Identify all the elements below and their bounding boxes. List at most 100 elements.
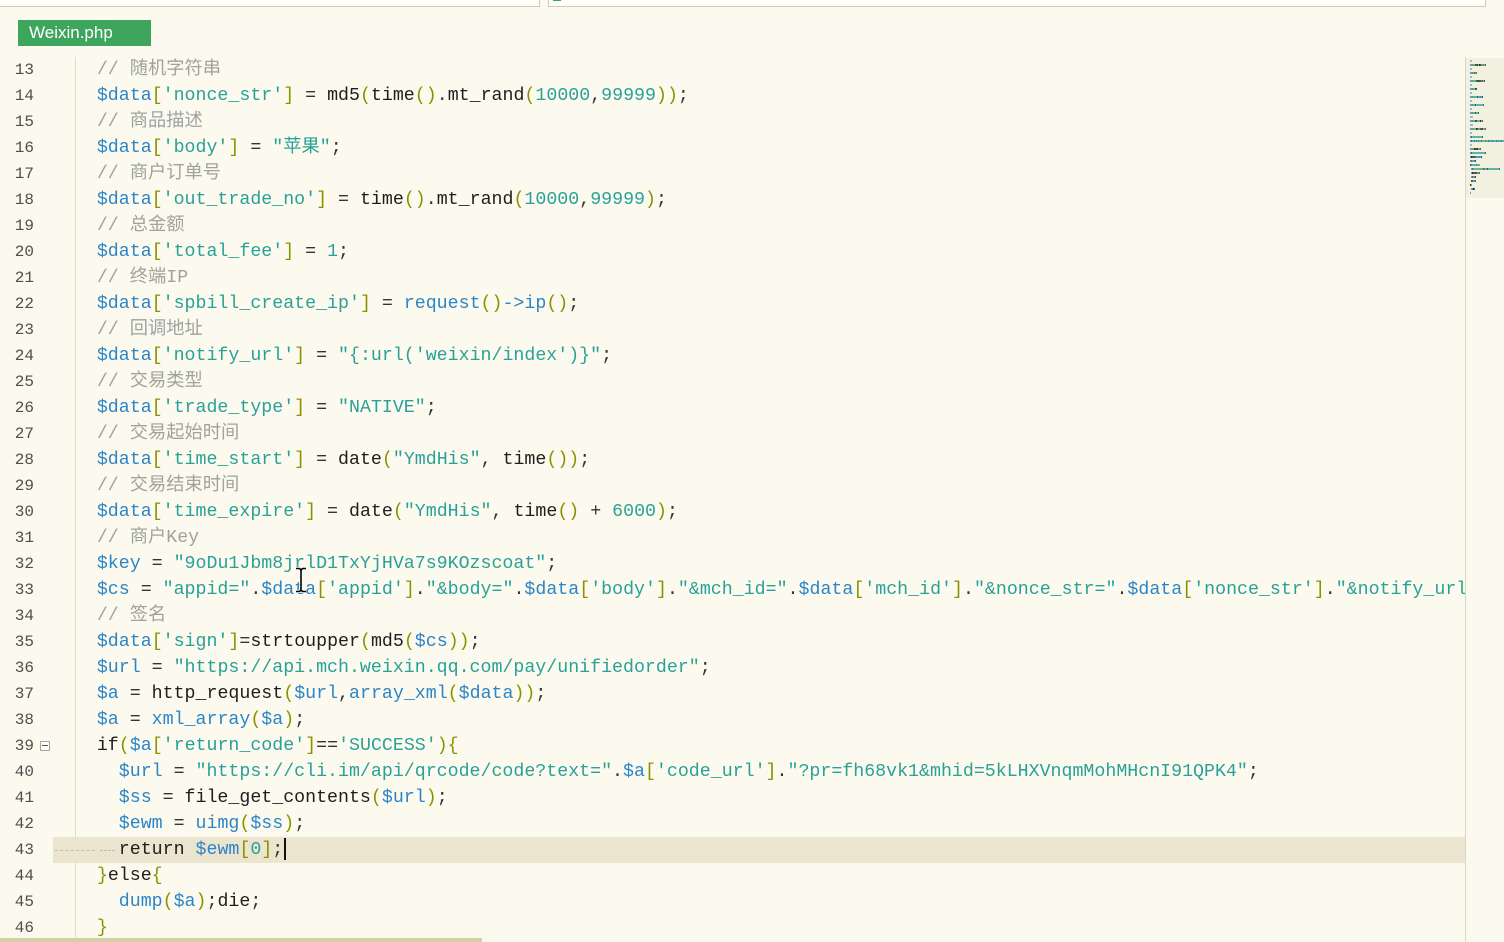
code-token[interactable]: mt_rand <box>448 86 525 106</box>
code-token[interactable]: time <box>503 450 547 470</box>
code-line-current[interactable]: 43 return $ewm[0]; <box>0 837 1465 863</box>
code-token[interactable]: = <box>294 86 327 106</box>
code-text[interactable]: }else{ <box>53 863 1465 889</box>
code-token[interactable]: $url <box>97 658 141 678</box>
code-token[interactable]: + <box>579 502 612 522</box>
code-token[interactable]: () <box>481 294 503 314</box>
code-token[interactable]: ] <box>316 190 327 210</box>
minimap[interactable] <box>1465 57 1504 942</box>
code-token[interactable]: ; <box>294 814 305 834</box>
code-token[interactable]: ; <box>470 632 481 652</box>
code-token[interactable]: () <box>546 294 568 314</box>
code-line[interactable]: 23 // 回调地址 <box>0 317 1465 343</box>
code-token[interactable]: = <box>239 632 250 652</box>
code-token[interactable]: "&body=" <box>426 580 514 600</box>
code-token[interactable]: $data <box>524 580 579 600</box>
code-text[interactable]: $ewm = uimg($ss); <box>53 811 1465 837</box>
code-token[interactable]: = <box>119 684 152 704</box>
code-token[interactable]: = <box>141 554 174 574</box>
code-token[interactable]: ; <box>656 190 667 210</box>
code-token[interactable]: // 商户Key <box>97 528 199 548</box>
code-token[interactable]: [ <box>152 346 163 366</box>
code-token[interactable]: 99999 <box>590 190 645 210</box>
code-text[interactable]: $a = http_request($url,array_xml($data))… <box>53 681 1465 707</box>
code-token[interactable]: } <box>97 866 108 886</box>
code-token[interactable]: ( <box>393 502 404 522</box>
code-token[interactable]: return <box>119 840 185 860</box>
code-token[interactable]: ] <box>404 580 415 600</box>
code-token[interactable]: 'nonce_str' <box>163 86 284 106</box>
code-line[interactable]: 15 // 商品描述 <box>0 109 1465 135</box>
code-line[interactable]: 34 // 签名 <box>0 603 1465 629</box>
code-text[interactable]: // 回调地址 <box>53 317 1465 343</box>
code-line[interactable]: 38 $a = xml_array($a); <box>0 707 1465 733</box>
code-line[interactable]: 35 $data['sign']=strtoupper(md5($cs)); <box>0 629 1465 655</box>
code-token[interactable]: $data <box>97 138 152 158</box>
code-line[interactable]: 18 $data['out_trade_no'] = time().mt_rand… <box>0 187 1465 213</box>
code-token[interactable]: $cs <box>97 580 130 600</box>
code-token[interactable]: $data <box>97 346 152 366</box>
code-token[interactable]: . <box>788 580 799 600</box>
code-token[interactable]: ] <box>766 762 777 782</box>
code-text[interactable]: $url = "https://cli.im/api/qrcode/code?t… <box>53 759 1465 785</box>
code-token[interactable]: $url <box>294 684 338 704</box>
code-token[interactable]: xml_array <box>152 710 251 730</box>
code-token[interactable]: ( <box>163 892 174 912</box>
code-token[interactable]: ; <box>294 710 305 730</box>
code-text[interactable]: $url = "https://api.mch.weixin.qq.com/pa… <box>53 655 1465 681</box>
code-text[interactable]: // 交易结束时间 <box>53 473 1465 499</box>
code-token[interactable]: else <box>108 866 152 886</box>
code-token[interactable]: = <box>305 346 338 366</box>
code-token[interactable]: ; <box>601 346 612 366</box>
code-token[interactable]: $data <box>97 242 152 262</box>
code-token[interactable]: ( <box>371 788 382 808</box>
code-token[interactable]: [ <box>239 840 250 860</box>
code-token[interactable]: http_request <box>152 684 284 704</box>
code-text[interactable]: $data['total_fee'] = 1; <box>53 239 1465 265</box>
code-token[interactable]: [ <box>152 502 163 522</box>
code-token[interactable]: dump <box>119 892 163 912</box>
code-token[interactable]: ( <box>513 190 524 210</box>
code-token[interactable]: if <box>97 736 119 756</box>
code-token[interactable]: 'time_start' <box>163 450 295 470</box>
code-text[interactable]: $data['time_start'] = date("YmdHis", tim… <box>53 447 1465 473</box>
code-token[interactable]: = <box>239 138 272 158</box>
code-token[interactable]: $data <box>1127 580 1182 600</box>
code-line[interactable]: 40 $url = "https://cli.im/api/qrcode/code… <box>0 759 1465 785</box>
code-token[interactable]: $data <box>97 294 152 314</box>
code-text[interactable]: // 商品描述 <box>53 109 1465 135</box>
code-token[interactable]: ) <box>283 710 294 730</box>
code-token[interactable]: . <box>1325 580 1336 600</box>
code-token[interactable]: 'appid' <box>327 580 404 600</box>
code-token[interactable]: $a <box>97 684 119 704</box>
code-token[interactable]: ; <box>331 138 342 158</box>
code-token[interactable]: date <box>349 502 393 522</box>
code-token[interactable]: ( <box>448 684 459 704</box>
code-token[interactable]: $url <box>119 762 163 782</box>
code-token[interactable]: // 签名 <box>97 606 166 626</box>
code-token[interactable]: 10000 <box>535 86 590 106</box>
code-token[interactable]: 'time_expire' <box>163 502 306 522</box>
code-token[interactable]: "{:url('weixin/index')}" <box>338 346 601 366</box>
code-token[interactable]: . <box>777 762 788 782</box>
code-line[interactable]: 13 // 随机字符串 <box>0 57 1465 83</box>
code-token[interactable]: , <box>492 502 514 522</box>
code-token[interactable]: = <box>130 580 163 600</box>
code-token[interactable]: ( <box>382 450 393 470</box>
code-token[interactable]: . <box>513 580 524 600</box>
code-token[interactable] <box>185 840 196 860</box>
code-token[interactable]: 10000 <box>524 190 579 210</box>
code-token[interactable]: ; <box>272 840 283 860</box>
code-text[interactable]: $data['spbill_create_ip'] = request()->i… <box>53 291 1465 317</box>
code-token[interactable]: ( <box>404 632 415 652</box>
code-text[interactable]: $a = xml_array($a); <box>53 707 1465 733</box>
code-token[interactable]: "https://cli.im/api/qrcode/code?text=" <box>196 762 613 782</box>
code-text[interactable]: // 交易起始时间 <box>53 421 1465 447</box>
code-token[interactable]: // 交易起始时间 <box>97 424 239 444</box>
code-token[interactable]: "9oDu1Jbm8jrlD1TxYjHVa7s9KOzscoat" <box>174 554 547 574</box>
code-text[interactable]: $data['out_trade_no'] = time().mt_rand(1… <box>53 187 1465 213</box>
code-line[interactable]: 36 $url = "https://api.mch.weixin.qq.com/… <box>0 655 1465 681</box>
code-token[interactable]: die <box>217 892 250 912</box>
code-token[interactable]: ] <box>1314 580 1325 600</box>
horizontal-scrollbar[interactable] <box>0 938 482 942</box>
